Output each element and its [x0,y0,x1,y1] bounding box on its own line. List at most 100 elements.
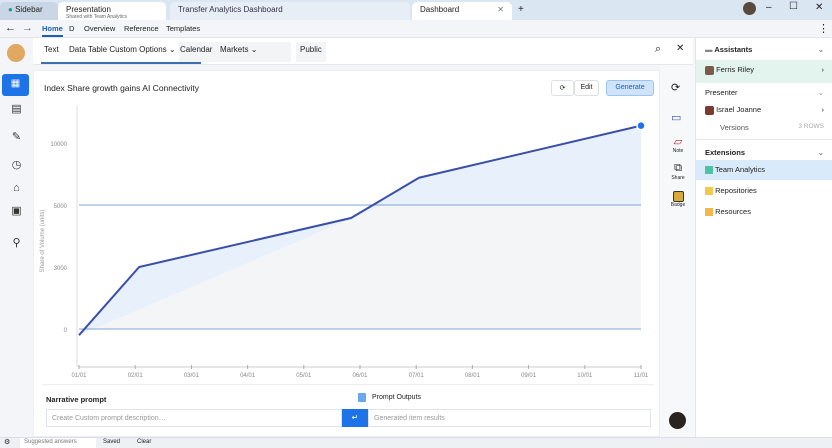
close-icon[interactable]: ✕ [676,43,684,54]
slide-icon[interactable]: ▭ [671,111,681,124]
chevron-right-icon: › [821,105,825,114]
sidebar-home-icon[interactable]: ⌂ [8,182,25,199]
right-panel: ▬ Assistants ⌄ Ferris Riley › Presenter ⌄ I… [695,38,832,437]
tab-label: Sidebar [15,5,43,14]
new-tab-button[interactable]: + [518,4,524,15]
minimize-button[interactable]: – [766,2,772,13]
ext-item-resources[interactable]: Resources [696,202,832,223]
bottom-saved[interactable]: Saved [103,439,120,445]
user-avatar[interactable] [7,44,25,62]
sidebar-chat-icon[interactable]: ▤ [8,102,25,119]
x-tick-label: 07/01 [409,373,425,379]
right-icon-column: ⟳ ▭ ▱ Note ⧉ Share Badge [660,65,695,437]
maximize-button[interactable]: ☐ [789,1,798,12]
tab-reference[interactable]: Reference [124,24,159,33]
browser-tab[interactable]: ● Sidebar [0,2,58,20]
assistant-avatar[interactable] [669,412,686,429]
toolbar-data-table-dropdown[interactable]: Data Table Custom Options ⌄ [69,45,176,54]
tab-templates[interactable]: Templates [166,24,200,33]
panel-title: Assistants [714,45,753,54]
y-tick-label: 0 [64,328,68,334]
sidebar-link-icon[interactable]: ⚲ [8,236,25,253]
panel-header: ▬ Assistants ⌄ [696,40,832,61]
item-label: Repositories [715,186,757,195]
output-field[interactable]: Generated item results [368,409,651,427]
note-button[interactable]: ▱ Note [668,135,688,154]
output-icon [358,393,366,402]
item-label: Israel Joanne [716,105,762,114]
close-tab-icon[interactable]: ✕ [497,5,504,14]
more-menu-icon[interactable]: ⋮ [818,22,829,35]
x-tick-label: 03/01 [184,373,200,379]
panel-item-ferris[interactable]: Ferris Riley › [696,60,832,83]
icon-label: Note [672,148,684,154]
back-icon[interactable]: ← [5,22,16,34]
panel-item-versions[interactable]: Versions 3 ROWS [696,118,832,139]
sidebar-item-dashboard[interactable]: ▦ [2,74,29,96]
bottom-bar: ⚙ Suggested answers Saved Clear [0,437,832,448]
chevron-down-icon: ⌄ [168,45,176,54]
chevron-down-icon: ⌄ [817,88,824,97]
item-label: Ferris Riley [716,65,755,74]
forward-icon[interactable]: → [22,22,33,34]
item-label: Versions [720,123,749,132]
chart-card: Index Share growth gains AI Connectivity… [33,70,660,437]
badge-icon [672,191,684,202]
extension-icon [705,166,713,175]
chevron-down-icon[interactable]: ⌄ [818,45,824,54]
item-label: Team Analytics [714,165,765,174]
toolbar-markets-dropdown[interactable]: Markets ⌄ [220,45,257,54]
line-chart: 0 3000 5000 10000 01/01 02/01 03/01 04/01 05/01 0… [40,105,649,379]
section-title: Extensions [705,148,746,157]
dropdown-label: Data Table Custom Options [69,45,167,54]
ext-item-repositories[interactable]: Repositories [696,181,832,202]
panel-icon: ▬ [705,45,715,54]
tab-d[interactable]: D [69,24,74,33]
data-point [636,120,646,131]
share-button[interactable]: ⧉ Share [668,162,688,181]
extension-icon [705,208,713,217]
x-tick-label: 08/01 [465,373,481,379]
y-tick-label: 10000 [50,142,67,148]
browser-tab-bar: ● Sidebar Presentation Shared with Team A… [0,0,832,20]
bottom-clear[interactable]: Clear [137,439,151,445]
tab-home[interactable]: Home [42,24,63,37]
item-label: Presenter [705,88,738,97]
avatar [705,65,714,75]
sidebar-tools-icon[interactable]: ✎ [8,130,25,147]
nav-bar: ← → Home D Overview Reference Templates … [0,20,832,38]
send-button[interactable]: ↵ [342,409,368,427]
divider [696,139,832,140]
chevron-right-icon: › [821,65,825,74]
search-icon[interactable]: ⌕ [655,43,661,56]
toolbar-public[interactable]: Public [296,42,326,62]
sync-icon[interactable]: ⟳ [671,81,680,94]
prompt-label: Narrative prompt [46,395,107,404]
tab-overview[interactable]: Overview [84,24,115,33]
divider [42,384,654,385]
chevron-down-icon: ⌄ [250,45,258,54]
x-tick-label: 06/01 [352,373,368,379]
x-tick-label: 01/01 [71,373,87,379]
sidebar-book-icon[interactable]: ▣ [8,204,25,221]
item-meta: 3 ROWS [798,123,824,130]
browser-tab-active[interactable]: Presentation Shared with Team Analytics [58,2,166,20]
url-text: Transfer Analytics Dashboard [178,5,283,14]
extension-icon [705,187,713,196]
address-bar[interactable]: Transfer Analytics Dashboard [170,2,410,20]
x-tick-label: 02/01 [128,373,144,379]
settings-icon[interactable]: ⚙ [4,438,10,446]
left-sidebar: ▦ ▤ ✎ ◷ ⌂ ▣ ⚲ [0,38,33,437]
bottom-tab-suggested[interactable]: Suggested answers [20,438,96,448]
badge-button[interactable]: Badge [668,191,688,208]
x-tick-label: 11/01 [634,373,649,379]
toolbar-text[interactable]: Text [44,45,59,54]
sidebar-clock-icon[interactable]: ◷ [8,158,25,175]
prompt-input[interactable]: Create Custom prompt description… [46,409,342,427]
x-tick-label: 04/01 [240,373,256,379]
browser-tab[interactable]: Dashboard ✕ [412,2,512,20]
toolbar-calendar[interactable]: Calendar [180,45,212,54]
ext-item-team-analytics[interactable]: Team Analytics [696,160,832,180]
profile-avatar[interactable] [743,2,756,15]
close-window-button[interactable]: ✕ [815,2,823,13]
